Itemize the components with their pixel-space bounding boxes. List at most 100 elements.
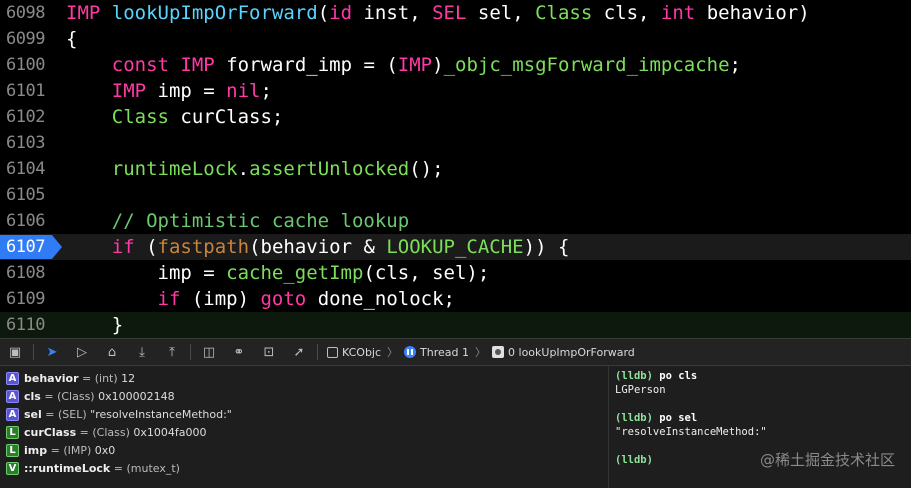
toolbar-separator xyxy=(317,344,318,360)
variable-row[interactable]: LcurClass = (Class) 0x1004fa000 xyxy=(0,423,608,441)
step-over-icon[interactable]: ⌂ xyxy=(97,339,127,365)
code-line[interactable]: 6109 if (imp) goto done_nolock; xyxy=(0,286,911,312)
equals-sign: = xyxy=(47,443,64,457)
code-line[interactable]: 6107 if (fastpath(behavior & LOOKUP_CACH… xyxy=(0,234,911,260)
code-token: ; xyxy=(260,80,272,102)
console-command: po cls xyxy=(659,370,698,382)
variable-name: ::runtimeLock xyxy=(24,461,111,475)
app-target-icon xyxy=(327,346,338,358)
code-line[interactable]: 6102 Class curClass; xyxy=(0,104,911,130)
watermark: @稀土掘金技术社区 xyxy=(759,451,895,469)
code-token: LOOKUP_CACHE xyxy=(386,236,524,258)
code-text: IMP lookUpImpOrForward(id inst, SEL sel,… xyxy=(66,0,810,26)
variable-kind-icon: L xyxy=(6,425,19,439)
step-into-icon[interactable]: ⤓ xyxy=(127,339,157,365)
simulate-location-icon[interactable]: ➚ xyxy=(284,339,314,365)
breadcrumb-frame[interactable]: 0 lookUpImpOrForward xyxy=(508,346,635,359)
equals-sign: = xyxy=(78,371,95,385)
code-token: (); xyxy=(409,158,444,180)
code-token: SEL xyxy=(432,2,467,24)
code-token: Class xyxy=(535,2,593,24)
code-token: id xyxy=(329,2,353,24)
line-number[interactable]: 6105 xyxy=(0,182,66,208)
variable-row[interactable]: V::runtimeLock = (mutex_t) xyxy=(0,459,608,477)
breadcrumb-thread[interactable]: Thread 1 xyxy=(420,346,469,359)
toggle-debug-area-icon[interactable]: ▣ xyxy=(0,339,30,365)
code-line[interactable]: 6105 xyxy=(0,182,911,208)
code-line[interactable]: 6103 xyxy=(0,130,911,156)
code-token: . xyxy=(237,158,250,180)
line-number[interactable]: 6109 xyxy=(0,286,66,312)
step-out-icon[interactable]: ⤒ xyxy=(157,339,187,365)
thread-icon xyxy=(404,346,417,358)
line-number[interactable]: 6106 xyxy=(0,208,66,234)
code-token: imp = xyxy=(146,80,227,102)
code-token: inst, xyxy=(352,2,433,24)
line-number[interactable]: 6103 xyxy=(0,130,66,156)
line-number[interactable]: 6099 xyxy=(0,26,66,52)
code-line[interactable]: 6098 IMP lookUpImpOrForward(id inst, SEL … xyxy=(0,0,911,26)
source-editor[interactable]: 6098 IMP lookUpImpOrForward(id inst, SEL … xyxy=(0,0,911,338)
code-token: nil xyxy=(226,80,261,102)
code-line[interactable]: 6106 // Optimistic cache lookup xyxy=(0,208,911,234)
variable-row[interactable]: Abehavior = (int) 12 xyxy=(0,369,608,387)
variable-row[interactable]: Acls = (Class) 0x100002148 xyxy=(0,387,608,405)
toolbar-separator xyxy=(33,344,34,360)
code-token: sel, xyxy=(466,2,536,24)
code-line[interactable]: 6100 const IMP forward_imp = (IMP)_objc_… xyxy=(0,52,911,78)
line-number[interactable]: 6102 xyxy=(0,104,66,130)
view-hierarchy-icon[interactable]: ◫ xyxy=(194,339,224,365)
code-token: int xyxy=(660,2,696,24)
debug-toolbar: ▣ ➤ ▷ ⌂ ⤓ ⤒ ◫ ⚭ ⊡ ➚ KCObjc 〉 Thread 1 〉 0 lookUpI… xyxy=(0,338,911,366)
code-line[interactable]: 6110 } xyxy=(0,312,911,338)
variable-name: imp xyxy=(24,443,48,457)
variables-view[interactable]: Abehavior = (int) 12 Acls = (Class) 0x100… xyxy=(0,366,609,488)
code-token: imp = xyxy=(66,262,227,284)
code-token: cls, xyxy=(592,2,661,24)
code-token: cache_getImp xyxy=(226,262,364,284)
code-line[interactable]: 6108 imp = cache_getImp(cls, sel); xyxy=(0,260,911,286)
line-number[interactable]: 6108 xyxy=(0,260,66,286)
code-token: ( xyxy=(134,236,158,258)
code-line[interactable]: 6099{ xyxy=(0,26,911,52)
variable-value: 0x1004fa000 xyxy=(133,425,207,439)
code-token: forward_imp = ( xyxy=(214,54,398,76)
continue-icon[interactable]: ▷ xyxy=(67,339,97,365)
console-line: "resolveInstanceMethod:" xyxy=(615,425,905,439)
line-number[interactable]: 6100 xyxy=(0,52,66,78)
line-number[interactable]: 6101 xyxy=(0,78,66,104)
code-token: curClass; xyxy=(168,106,284,128)
variable-kind-icon: V xyxy=(6,461,19,475)
variable-value: 0x0 xyxy=(94,443,116,457)
variable-kind-icon: A xyxy=(6,389,19,403)
code-line[interactable]: 6104 runtimeLock.assertUnlocked(); xyxy=(0,156,911,182)
lldb-prompt: (lldb) xyxy=(615,412,653,424)
line-number[interactable]: 6098 xyxy=(0,0,66,26)
line-number[interactable]: 6107 xyxy=(0,234,66,260)
line-number[interactable]: 6110 xyxy=(0,312,66,338)
console-output: LGPerson xyxy=(615,384,666,396)
code-token: goto xyxy=(260,288,307,310)
variable-row[interactable]: Limp = (IMP) 0x0 xyxy=(0,441,608,459)
code-token: (cls, sel); xyxy=(363,262,490,284)
code-token: Class xyxy=(111,106,169,128)
breakpoints-active-icon[interactable]: ➤ xyxy=(37,339,67,365)
variable-type: (IMP) xyxy=(63,443,92,457)
environment-overrides-icon[interactable]: ⊡ xyxy=(254,339,284,365)
code-text: runtimeLock.assertUnlocked(); xyxy=(66,156,444,182)
code-token: ) xyxy=(432,54,444,76)
code-line[interactable]: 6101 IMP imp = nil; xyxy=(0,78,911,104)
variable-kind-icon: A xyxy=(6,407,19,421)
breadcrumb-target[interactable]: KCObjc xyxy=(342,346,381,359)
code-token: IMP xyxy=(180,54,215,76)
variable-type: (Class) xyxy=(57,389,95,403)
variable-row[interactable]: Asel = (SEL) "resolveInstanceMethod:" xyxy=(0,405,608,423)
memory-graph-icon[interactable]: ⚭ xyxy=(224,339,254,365)
debug-breadcrumb: KCObjc 〉 Thread 1 〉 0 lookUpImpOrForward xyxy=(327,344,635,360)
line-number[interactable]: 6104 xyxy=(0,156,66,182)
